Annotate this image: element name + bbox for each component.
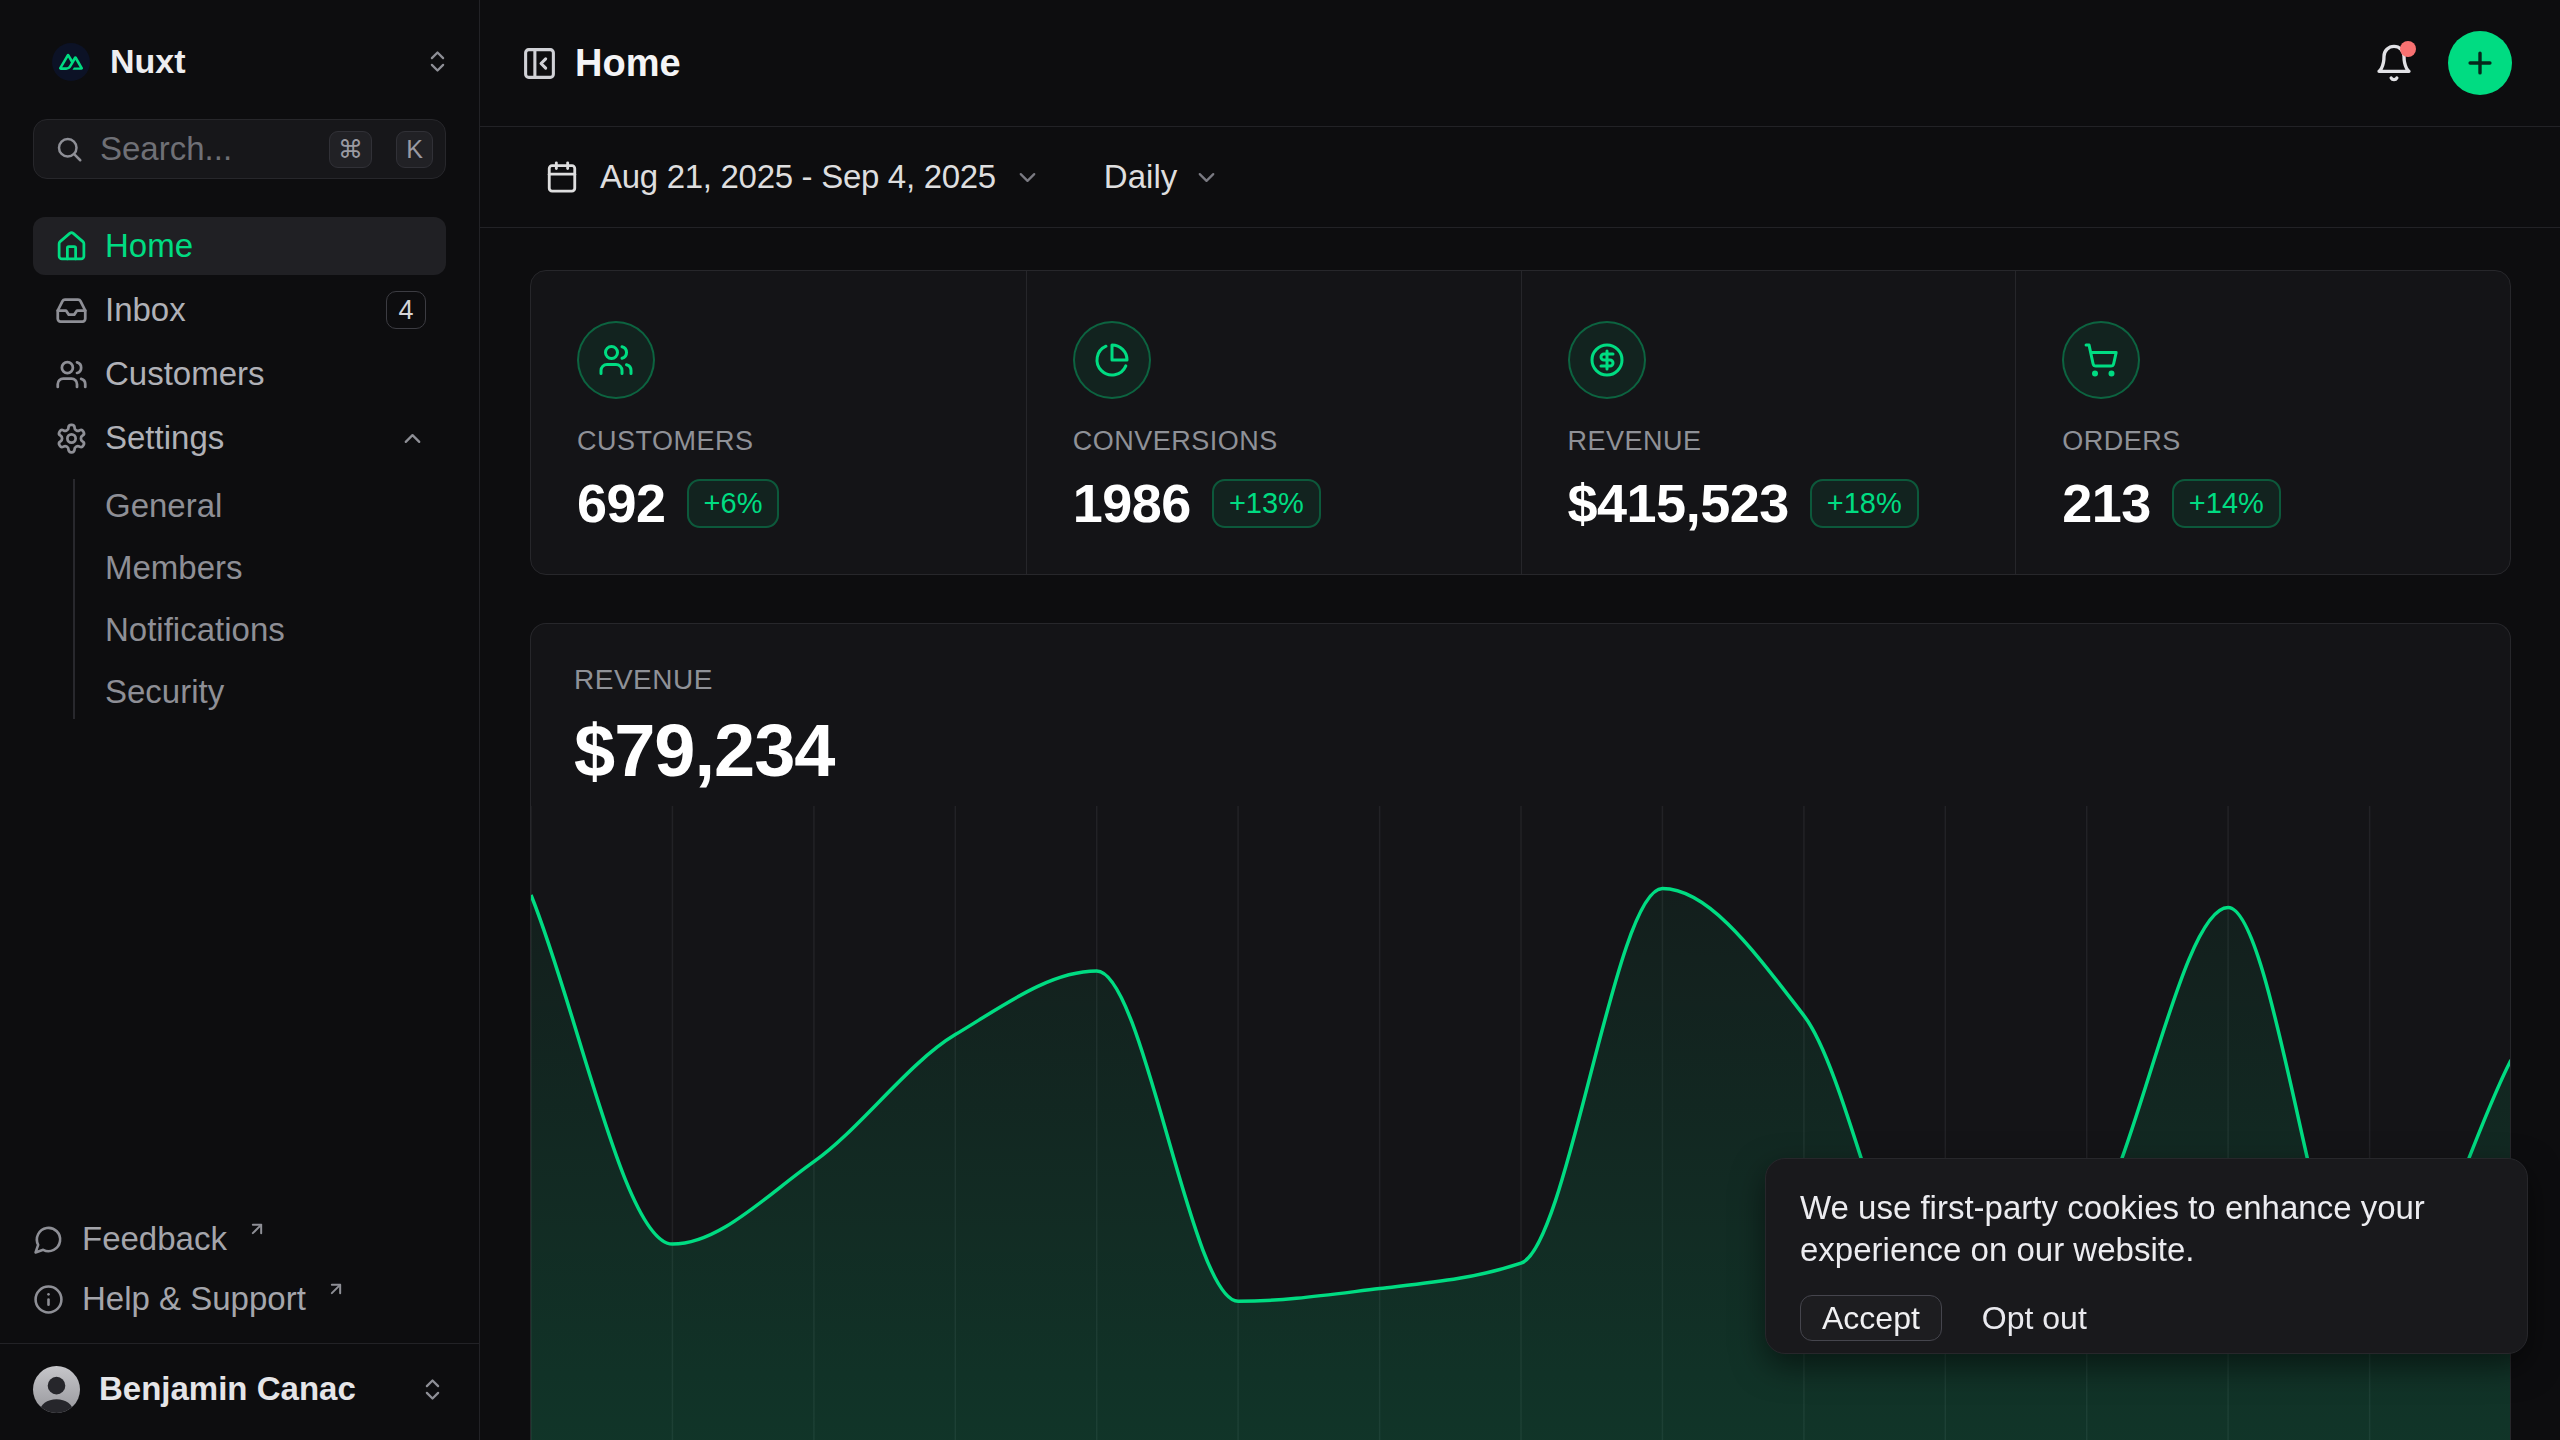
home-icon — [55, 230, 88, 263]
stats-card: CUSTOMERS 692 +6% CONVERSIONS 1986 +13% — [530, 270, 2511, 575]
cookie-message: We use first-party cookies to enhance yo… — [1800, 1187, 2500, 1271]
stat-value: 213 — [2062, 472, 2151, 534]
notifications-button[interactable] — [2374, 43, 2414, 83]
stat-label: CUSTOMERS — [577, 426, 980, 457]
filters-toolbar: Aug 21, 2025 - Sep 4, 2025 Daily — [480, 127, 2560, 228]
chevrons-up-down-icon — [419, 1376, 446, 1403]
workspace-name: Nuxt — [110, 42, 186, 81]
stat-delta-badge: +18% — [1810, 479, 1919, 528]
add-button[interactable] — [2448, 31, 2512, 95]
search-placeholder: Search... — [100, 130, 313, 168]
help-support-label: Help & Support — [82, 1280, 306, 1318]
inbox-badge: 4 — [386, 291, 426, 329]
stat-delta-badge: +13% — [1212, 479, 1321, 528]
kbd-k: K — [396, 131, 433, 168]
inbox-icon — [55, 294, 88, 327]
stat-value: 692 — [577, 472, 666, 534]
stat-value: 1986 — [1073, 472, 1191, 534]
date-range-button[interactable]: Aug 21, 2025 - Sep 4, 2025 — [600, 158, 996, 196]
sidebar-item-security[interactable]: Security — [33, 661, 446, 723]
arrow-up-right-icon — [326, 1279, 346, 1299]
stat-label: REVENUE — [1568, 426, 1970, 457]
shopping-cart-icon — [2062, 321, 2140, 399]
stat-revenue[interactable]: REVENUE $415,523 +18% — [1521, 271, 2016, 574]
sidebar-divider — [0, 1343, 479, 1344]
sidebar-item-general[interactable]: General — [33, 475, 446, 537]
sidebar-item-label: Settings — [105, 419, 224, 457]
chevron-down-icon — [1193, 164, 1220, 191]
stat-conversions[interactable]: CONVERSIONS 1986 +13% — [1026, 271, 1521, 574]
interval-select[interactable]: Daily — [1104, 158, 1177, 196]
cookie-banner: We use first-party cookies to enhance yo… — [1765, 1158, 2528, 1354]
sidebar-nav: Home Inbox 4 Customers Settings — [33, 217, 446, 729]
users-icon — [577, 321, 655, 399]
stat-delta-badge: +14% — [2172, 479, 2281, 528]
settings-icon — [55, 422, 88, 455]
submenu-guide-line — [73, 479, 75, 719]
workspace-selector[interactable]: Nuxt — [0, 0, 479, 81]
sidebar-item-label: Inbox — [105, 291, 186, 329]
sidebar: Nuxt Search... ⌘ K Home Inbox 4 — [0, 0, 480, 1440]
notification-dot — [2400, 41, 2416, 57]
revenue-chart-label: REVENUE — [574, 664, 2510, 696]
feedback-label: Feedback — [82, 1220, 227, 1258]
sidebar-item-inbox[interactable]: Inbox 4 — [33, 281, 446, 339]
search-icon — [54, 134, 84, 164]
help-support-link[interactable]: Help & Support — [33, 1269, 446, 1329]
chevrons-up-down-icon — [424, 48, 451, 75]
stat-label: ORDERS — [2062, 426, 2464, 457]
chevron-down-icon — [1014, 164, 1041, 191]
settings-submenu: General Members Notifications Security — [33, 473, 446, 729]
header-actions — [2374, 31, 2512, 95]
kbd-cmd: ⌘ — [329, 131, 372, 168]
circle-dollar-icon — [1568, 321, 1646, 399]
search-input[interactable]: Search... ⌘ K — [33, 119, 446, 179]
arrow-up-right-icon — [247, 1219, 267, 1239]
sidebar-item-home[interactable]: Home — [33, 217, 446, 275]
stat-customers[interactable]: CUSTOMERS 692 +6% — [531, 271, 1026, 574]
chevron-up-icon — [399, 425, 426, 452]
opt-out-button[interactable]: Opt out — [1982, 1300, 2087, 1337]
info-icon — [33, 1284, 64, 1315]
sidebar-item-customers[interactable]: Customers — [33, 345, 446, 403]
sidebar-item-members[interactable]: Members — [33, 537, 446, 599]
users-icon — [55, 358, 88, 391]
sidebar-item-notifications[interactable]: Notifications — [33, 599, 446, 661]
nuxt-logo — [52, 43, 90, 81]
stat-delta-badge: +6% — [687, 479, 780, 528]
message-circle-icon — [33, 1224, 64, 1255]
sidebar-item-label: Home — [105, 227, 193, 265]
pie-chart-icon — [1073, 321, 1151, 399]
calendar-icon — [545, 160, 579, 194]
stat-value: $415,523 — [1568, 472, 1789, 534]
accept-button[interactable]: Accept — [1800, 1295, 1942, 1341]
page-title: Home — [575, 42, 681, 85]
sidebar-item-settings[interactable]: Settings — [33, 409, 446, 467]
sidebar-footer: Feedback Help & Support — [33, 1209, 446, 1343]
user-menu[interactable]: Benjamin Canac — [33, 1354, 446, 1424]
sidebar-item-label: Customers — [105, 355, 265, 393]
stat-label: CONVERSIONS — [1073, 426, 1475, 457]
revenue-chart-value: $79,234 — [574, 708, 2510, 793]
panel-left-close-icon[interactable] — [521, 45, 558, 82]
stat-orders[interactable]: ORDERS 213 +14% — [2015, 271, 2510, 574]
user-name: Benjamin Canac — [99, 1370, 356, 1408]
avatar — [33, 1366, 80, 1413]
page-header: Home — [480, 0, 2560, 127]
feedback-link[interactable]: Feedback — [33, 1209, 446, 1269]
